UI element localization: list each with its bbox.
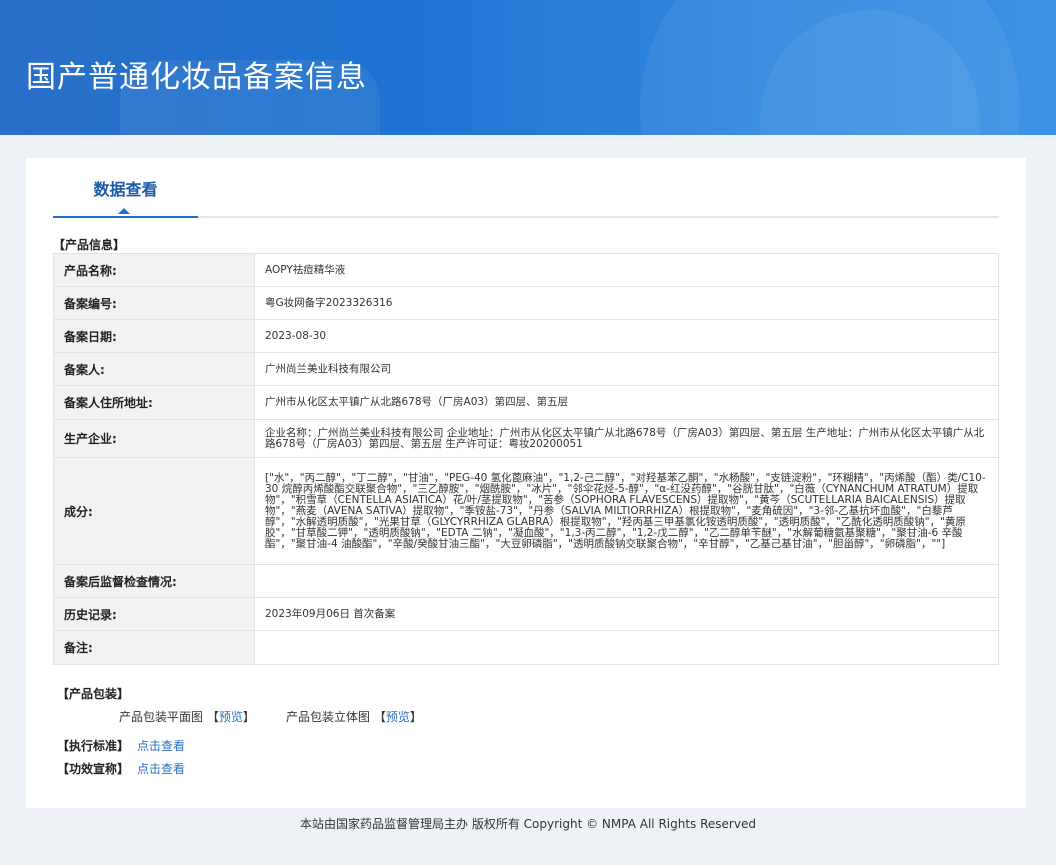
filing-date-key: 备案日期: — [53, 319, 255, 353]
filing-date-value: 2023-08-30 — [254, 319, 999, 353]
package-flat-item: 产品包装平面图 【预览】 — [119, 708, 255, 725]
standard-row: 【执行标准】 点击查看 — [57, 737, 185, 754]
bracket-close: 】 — [409, 710, 422, 724]
package-solid-item: 产品包装立体图 【预览】 — [286, 708, 422, 725]
table-row: 产品名称: AOPY祛痘精华液 — [53, 253, 999, 287]
filing-number-key: 备案编号: — [53, 286, 255, 320]
filer-key: 备案人: — [53, 352, 255, 386]
page-title: 国产普通化妆品备案信息 — [26, 60, 367, 95]
table-row: 备案后监督检查情况: — [53, 564, 999, 598]
efficacy-row: 【功效宣称】 点击查看 — [57, 760, 185, 777]
package-flat-label: 产品包装平面图 — [119, 710, 204, 724]
remarks-key: 备注: — [53, 630, 255, 665]
table-row: 生产企业: 企业名称：广州尚兰美业科技有限公司 企业地址：广州市从化区太平镇广从北… — [53, 419, 999, 458]
bracket-open: 【 — [373, 710, 386, 724]
tab-indicator-caret — [118, 208, 130, 214]
ingredients-value: ["水"，"丙二醇"，"丁二醇"，"甘油"，"PEG-40 氢化蓖麻油"，"1,… — [254, 457, 999, 565]
table-row: 历史记录: 2023年09月06日 首次备案 — [53, 597, 999, 631]
bracket-open: 【 — [206, 710, 219, 724]
table-row: 备案人: 广州尚兰美业科技有限公司 — [53, 352, 999, 386]
tab-bar: 数据查看 — [53, 158, 999, 218]
standard-view-link[interactable]: 点击查看 — [137, 739, 185, 753]
efficacy-label: 【功效宣称】 — [57, 762, 130, 776]
manufacturer-value: 企业名称：广州尚兰美业科技有限公司 企业地址：广州市从化区太平镇广从北路678号… — [254, 419, 999, 458]
product-name-value: AOPY祛痘精华液 — [254, 253, 999, 287]
product-info-table: 产品名称: AOPY祛痘精华液 备案编号: 粤G妆网备字2023326316 备案日期:… — [53, 253, 999, 665]
table-row: 备案日期: 2023-08-30 — [53, 319, 999, 353]
product-info-label: 【产品信息】 — [53, 238, 126, 252]
table-row: 备案人住所地址: 广州市从化区太平镇广从北路678号（厂房A03）第四层、第五层 — [53, 385, 999, 420]
package-flat-preview-link[interactable]: 预览 — [219, 710, 243, 724]
footer-copyright: 本站由国家药品监督管理局主办 版权所有 Copyright © NMPA All… — [300, 817, 756, 831]
bracket-close: 】 — [242, 710, 255, 724]
filer-value: 广州尚兰美业科技有限公司 — [254, 352, 999, 386]
efficacy-view-link[interactable]: 点击查看 — [137, 762, 185, 776]
post-supervision-key: 备案后监督检查情况: — [53, 564, 255, 598]
standard-label: 【执行标准】 — [57, 739, 130, 753]
header-banner: 国产普通化妆品备案信息 — [0, 0, 1056, 135]
filer-address-key: 备案人住所地址: — [53, 385, 255, 420]
remarks-value — [254, 630, 999, 665]
table-row: 备注: — [53, 630, 999, 665]
post-supervision-value — [254, 564, 999, 598]
history-value: 2023年09月06日 首次备案 — [254, 597, 999, 631]
packaging-label: 【产品包装】 — [57, 687, 130, 701]
package-solid-preview-link[interactable]: 预览 — [386, 710, 410, 724]
history-key: 历史记录: — [53, 597, 255, 631]
filer-address-value: 广州市从化区太平镇广从北路678号（厂房A03）第四层、第五层 — [254, 385, 999, 420]
ingredients-key: 成分: — [53, 457, 255, 565]
manufacturer-key: 生产企业: — [53, 419, 255, 458]
package-solid-label: 产品包装立体图 — [286, 710, 371, 724]
table-row: 成分: ["水"，"丙二醇"，"丁二醇"，"甘油"，"PEG-40 氢化蓖麻油"，… — [53, 457, 999, 565]
product-name-key: 产品名称: — [53, 253, 255, 287]
table-row: 备案编号: 粤G妆网备字2023326316 — [53, 286, 999, 320]
content-card: 数据查看 【产品信息】 产品名称: AOPY祛痘精华液 备案编号: 粤G妆网备字202… — [26, 158, 1026, 808]
filing-number-value: 粤G妆网备字2023326316 — [254, 286, 999, 320]
